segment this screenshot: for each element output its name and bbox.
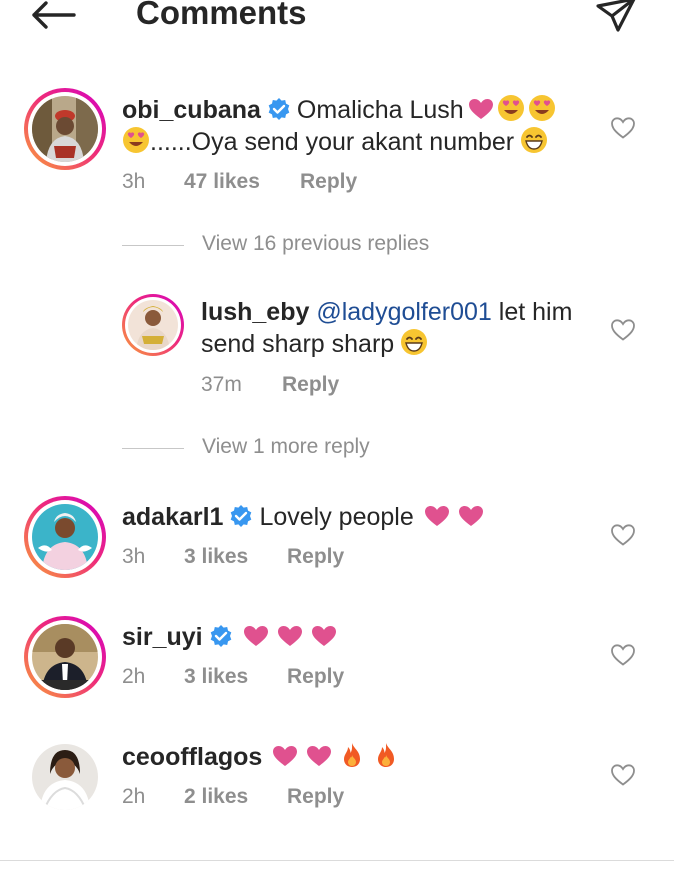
avatar-photo <box>32 504 98 570</box>
comment-username[interactable]: obi_cubana <box>122 96 261 124</box>
comment-text: Omalicha Lush <box>296 96 464 124</box>
avatar[interactable] <box>32 744 98 810</box>
comment-username[interactable]: lush_eby <box>201 298 309 326</box>
like-heart-icon[interactable] <box>610 763 636 787</box>
reply-button[interactable]: Reply <box>287 665 344 689</box>
like-heart-icon[interactable] <box>610 523 636 547</box>
comment-username[interactable]: sir_uyi <box>122 623 203 651</box>
heart-emoji-icon <box>424 506 449 526</box>
avatar[interactable] <box>24 88 106 170</box>
mention-link[interactable]: @ladygolfer001 <box>316 298 492 326</box>
avatar-photo <box>32 96 98 162</box>
avatar-photo <box>128 300 178 350</box>
view-previous-replies-label: View 16 previous replies <box>202 232 430 255</box>
like-heart-icon[interactable] <box>610 318 636 342</box>
comment-username[interactable]: ceoofflagos <box>122 743 262 771</box>
view-more-reply-button[interactable]: View 1 more reply <box>122 435 422 463</box>
avatar-photo <box>32 624 98 690</box>
comment-username[interactable]: adakarl1 <box>122 503 223 531</box>
divider <box>0 860 674 861</box>
heart-emoji-icon <box>277 626 302 646</box>
comment-likes[interactable]: 2 likes <box>184 785 248 809</box>
heart-eyes-emoji-icon <box>528 95 555 121</box>
heart-eyes-emoji-icon <box>123 127 149 153</box>
verified-badge-icon <box>210 625 231 647</box>
heart-emoji-icon <box>311 626 336 646</box>
grinning-emoji-icon <box>521 127 548 153</box>
reply-button[interactable]: Reply <box>287 545 344 569</box>
comment-time: 3h <box>122 545 146 568</box>
paper-plane-icon[interactable] <box>594 0 638 36</box>
heart-emoji-icon <box>468 99 493 119</box>
comment-time: 37m <box>201 373 242 396</box>
comment-time: 2h <box>122 665 146 688</box>
comment-likes[interactable]: 47 likes <box>184 170 260 194</box>
reply-button[interactable]: Reply <box>287 785 344 809</box>
heart-emoji-icon <box>458 506 483 526</box>
avatar[interactable] <box>122 294 184 356</box>
like-heart-icon[interactable] <box>610 643 636 667</box>
comment-likes[interactable]: 3 likes <box>184 665 248 689</box>
reply-button[interactable]: Reply <box>300 170 357 194</box>
comments-header: Comments <box>0 0 674 40</box>
heart-emoji-icon <box>273 746 298 766</box>
heart-emoji-icon <box>307 746 332 766</box>
reply-thread-line <box>122 245 184 246</box>
avatar[interactable] <box>24 496 106 578</box>
verified-badge-icon <box>268 98 290 120</box>
like-heart-icon[interactable] <box>610 116 636 140</box>
reply-thread-line <box>122 448 184 449</box>
heart-eyes-emoji-icon <box>497 95 524 121</box>
view-more-reply-label: View 1 more reply <box>202 435 370 458</box>
comment-likes[interactable]: 3 likes <box>184 545 248 569</box>
reply-button[interactable]: Reply <box>282 373 339 397</box>
comment-text: ......Oya send your akant number <box>150 128 515 156</box>
verified-badge-icon <box>231 505 252 527</box>
comment-text: send sharp sharp <box>201 330 395 358</box>
view-previous-replies-button[interactable]: View 16 previous replies <box>122 232 462 260</box>
avatar[interactable] <box>24 616 106 698</box>
comment-text: Lovely people <box>259 503 414 531</box>
page-title: Comments <box>136 0 307 31</box>
comment-time: 3h <box>122 170 146 193</box>
grinning-emoji-icon <box>401 329 428 355</box>
heart-emoji-icon <box>243 626 268 646</box>
arrow-left-icon[interactable] <box>30 0 76 30</box>
fire-emoji-icon <box>378 743 395 767</box>
fire-emoji-icon <box>344 743 361 767</box>
comment-time: 2h <box>122 785 146 808</box>
avatar-photo <box>32 744 98 810</box>
comment-text: let him <box>491 298 573 326</box>
